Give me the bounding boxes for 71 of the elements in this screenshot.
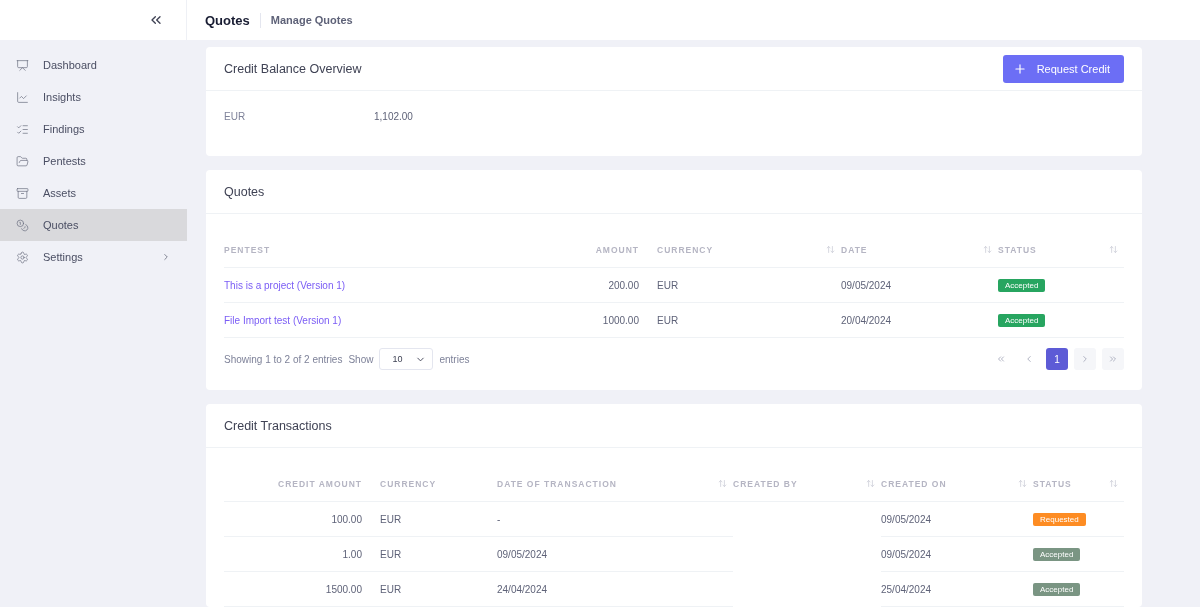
entries-info: Showing 1 to 2 of 2 entries xyxy=(224,353,343,365)
folder-icon xyxy=(16,154,29,168)
gear-icon xyxy=(16,250,29,264)
table-cell: EUR xyxy=(657,268,841,303)
status-badge: Accepted xyxy=(1033,547,1081,561)
sort-icon[interactable] xyxy=(866,479,875,488)
column-header: CREDIT AMOUNT xyxy=(224,466,380,502)
last-page-button[interactable] xyxy=(1102,348,1124,370)
archive-icon xyxy=(16,186,29,200)
column-header: AMOUNT xyxy=(595,244,639,255)
table-cell: 09/05/2024 xyxy=(841,268,998,303)
pentest-link[interactable]: This is a project (Version 1) xyxy=(224,279,346,291)
sort-icon[interactable] xyxy=(983,245,992,254)
sidebar-item[interactable]: Assets xyxy=(0,177,187,209)
sidebar-item[interactable]: Pentests xyxy=(0,145,187,177)
double-chevron-left-icon xyxy=(996,354,1006,364)
next-page-button[interactable] xyxy=(1074,348,1096,370)
show-label: Show xyxy=(348,353,374,365)
sort-icon[interactable] xyxy=(718,479,727,488)
table-cell: EUR xyxy=(380,502,497,537)
table-cell: 100.00 xyxy=(224,502,380,537)
table-cell: EUR xyxy=(380,537,497,572)
sort-icon[interactable] xyxy=(826,245,835,254)
entries-label: entries xyxy=(439,353,470,365)
table-cell: 20/04/2024 xyxy=(841,303,998,338)
plus-icon xyxy=(1012,61,1027,76)
table-cell: 1.00 xyxy=(224,537,380,572)
sidebar-item[interactable]: Settings xyxy=(0,241,187,273)
sidebar-item[interactable]: Findings xyxy=(0,113,187,145)
table-cell: EUR xyxy=(380,572,497,607)
sort-icon[interactable] xyxy=(1109,479,1118,488)
coins-icon xyxy=(16,218,29,232)
status-badge: Accepted xyxy=(998,278,1046,292)
sidebar-item[interactable]: Insights xyxy=(0,81,187,113)
column-header: PENTEST xyxy=(224,244,271,255)
page-title: Quotes xyxy=(205,12,261,28)
table-cell: EUR xyxy=(657,303,841,338)
page-subtitle: Manage Quotes xyxy=(270,14,353,26)
table-cell: 200.00 xyxy=(608,279,639,291)
chevron-icon xyxy=(161,252,171,262)
sidebar-item[interactable]: Quotes xyxy=(0,209,187,241)
table-cell: 09/05/2024 xyxy=(881,537,1033,572)
table-cell: - xyxy=(497,502,733,537)
page-button[interactable]: 1 xyxy=(1046,348,1068,370)
pentest-link[interactable]: File Import test (Version 1) xyxy=(224,314,342,326)
request-credit-button[interactable]: Request Credit xyxy=(1002,54,1124,83)
page-size-select[interactable]: 10 xyxy=(379,348,434,370)
status-badge: Accepted xyxy=(1033,582,1081,596)
sidebar-item[interactable]: Dashboard xyxy=(0,49,187,81)
balance-amount: 1,102.00 xyxy=(374,111,413,122)
card-title: Credit Transactions xyxy=(224,418,332,433)
status-badge: Accepted xyxy=(998,313,1046,327)
column-header: CURRENCY xyxy=(380,466,497,502)
table-cell: 24/04/2024 xyxy=(497,572,733,607)
status-badge: Requested xyxy=(1033,512,1086,526)
card-title: Credit Balance Overview xyxy=(224,61,362,76)
sort-icon[interactable] xyxy=(1018,479,1027,488)
chevron-right-icon xyxy=(1080,354,1090,364)
table-cell: 09/05/2024 xyxy=(881,502,1033,537)
chevron-left-icon xyxy=(1024,354,1034,364)
table-cell: 1000.00 xyxy=(602,314,639,326)
checklist-icon xyxy=(16,122,29,136)
table-cell: 1500.00 xyxy=(224,572,380,607)
line-chart-icon xyxy=(16,90,29,104)
card-title: Quotes xyxy=(224,184,265,199)
presentation-icon xyxy=(16,58,29,72)
table-cell: 25/04/2024 xyxy=(881,572,1033,607)
table-cell: 09/05/2024 xyxy=(497,537,733,572)
double-chevron-right-icon xyxy=(1108,354,1118,364)
sort-icon[interactable] xyxy=(1109,245,1118,254)
currency-label: EUR xyxy=(224,111,246,122)
